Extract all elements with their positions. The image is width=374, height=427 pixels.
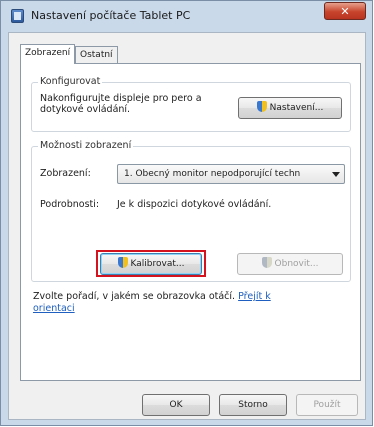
- uac-shield-icon: [117, 257, 128, 268]
- display-options-group: Možnosti zobrazení Zobrazení: 1. Obecný …: [31, 140, 351, 282]
- close-button[interactable]: ✕: [324, 2, 366, 20]
- apply-button[interactable]: Použít: [296, 394, 358, 416]
- tab-display[interactable]: Zobrazení: [20, 44, 76, 64]
- display-select-value: 1. Obecný monitor nepodporující techn: [124, 169, 301, 179]
- title-bar[interactable]: Nastavení počítače Tablet PC ✕: [1, 1, 372, 32]
- configure-group: Konfigurovat Nakonfigurujte displeje pro…: [31, 76, 351, 132]
- setup-button[interactable]: Nastavení...: [238, 97, 342, 119]
- display-options-group-title: Možnosti zobrazení: [38, 140, 134, 151]
- uac-shield-icon: [261, 257, 272, 268]
- configure-description-line2: dotykové ovládání.: [40, 104, 131, 115]
- orientation-description: Zvolte pořadí, v jakém se obrazovka otáč…: [33, 291, 236, 302]
- setup-button-label: Nastavení...: [269, 103, 324, 113]
- tab-panel-display: Konfigurovat Nakonfigurujte displeje pro…: [20, 63, 361, 381]
- display-select[interactable]: 1. Obecný monitor nepodporující techn: [117, 164, 345, 184]
- tab-other[interactable]: Ostatní: [75, 46, 118, 64]
- uac-shield-icon: [256, 101, 267, 112]
- dialog-window: Nastavení počítače Tablet PC ✕ Zobrazení…: [0, 0, 373, 426]
- window-title: Nastavení počítače Tablet PC: [31, 9, 191, 22]
- orientation-link[interactable]: Přejít k: [238, 291, 271, 302]
- chevron-down-icon: [332, 172, 340, 177]
- tablet-pc-icon: [11, 9, 24, 23]
- configure-description-line1: Nakonfigurujte displeje pro pero a: [40, 93, 202, 104]
- ok-button[interactable]: OK: [142, 394, 210, 416]
- cancel-button[interactable]: Storno: [219, 394, 287, 416]
- orientation-text: Zvolte pořadí, v jakém se obrazovka otáč…: [33, 291, 351, 303]
- details-value: Je k dispozici dotykové ovládání.: [117, 199, 272, 210]
- calibrate-button[interactable]: Kalibrovat...: [100, 253, 202, 275]
- orientation-link-continued[interactable]: orientaci: [33, 303, 75, 314]
- reset-button[interactable]: Obnovit...: [237, 253, 343, 275]
- display-label: Zobrazení:: [40, 168, 91, 179]
- configure-group-title: Konfigurovat: [38, 76, 103, 87]
- dialog-client-area: Zobrazení Ostatní Konfigurovat Nakonfigu…: [8, 32, 366, 420]
- details-label: Podrobnosti:: [40, 199, 100, 210]
- reset-button-label: Obnovit...: [274, 259, 319, 269]
- calibrate-button-label: Kalibrovat...: [130, 259, 185, 269]
